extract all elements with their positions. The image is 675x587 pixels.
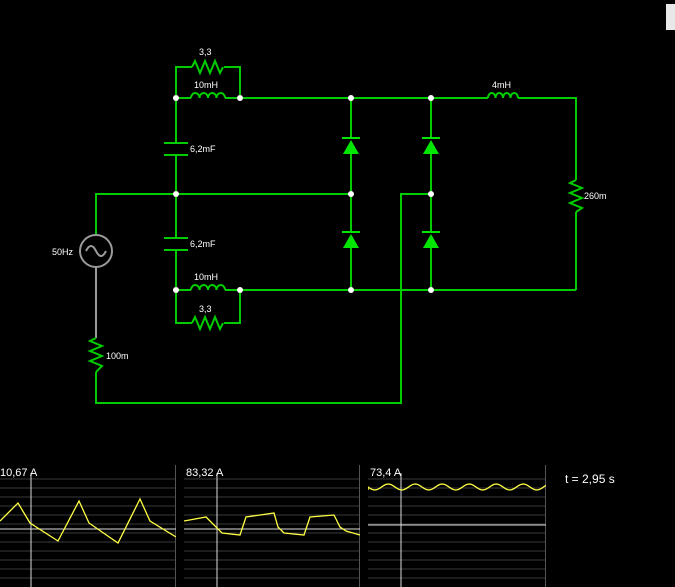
resistor-top[interactable] [191, 58, 224, 76]
inductor-top-label: 10mH [194, 80, 219, 90]
scope-grid [184, 465, 360, 587]
inductor-load[interactable] [487, 92, 519, 99]
resistor-source-label: 100m [106, 351, 129, 361]
capacitor-bottom[interactable] [164, 237, 188, 251]
simulation-time: t = 2,95 s [565, 472, 615, 486]
inductor-top[interactable] [190, 92, 226, 99]
resistor-source[interactable] [87, 337, 105, 373]
scope-3-plot [368, 465, 546, 587]
ac-source[interactable] [79, 234, 113, 268]
resistor-bottom[interactable] [191, 314, 224, 332]
scope-grid [0, 465, 176, 587]
diode-d1[interactable] [342, 137, 360, 154]
circuit-diagram[interactable] [0, 0, 675, 460]
diode-d2[interactable] [342, 231, 360, 248]
scope-trace [368, 483, 546, 491]
capacitor-top-label: 6,2mF [190, 144, 216, 154]
scope-3-value: 73,4 A [370, 467, 402, 479]
diode-d4[interactable] [422, 231, 440, 248]
scope-2-plot [184, 465, 360, 587]
diode-d3[interactable] [422, 137, 440, 154]
source-frequency-label: 50Hz [52, 247, 74, 257]
capacitor-bottom-label: 6,2mF [190, 239, 216, 249]
scope-1-value: 10,67 A [0, 467, 38, 479]
resistor-load[interactable] [567, 179, 585, 213]
inductor-load-label: 4mH [492, 80, 512, 90]
scope-grid [368, 465, 546, 587]
inductor-bottom-label: 10mH [194, 272, 219, 282]
inductor-bottom[interactable] [190, 284, 226, 291]
scope-1-plot [0, 465, 176, 587]
capacitor-top[interactable] [164, 142, 188, 156]
resistor-bottom-label: 3,3 [199, 304, 212, 314]
scope-2[interactable]: 83,32 A [184, 465, 360, 587]
resistor-top-label: 3,3 [199, 47, 212, 57]
wires [95, 66, 577, 404]
scope-3[interactable]: 73,4 A [368, 465, 546, 587]
scope-2-value: 83,32 A [186, 467, 224, 479]
resistor-load-label: 260m [584, 191, 607, 201]
scope-1[interactable]: 10,67 A [0, 465, 176, 587]
